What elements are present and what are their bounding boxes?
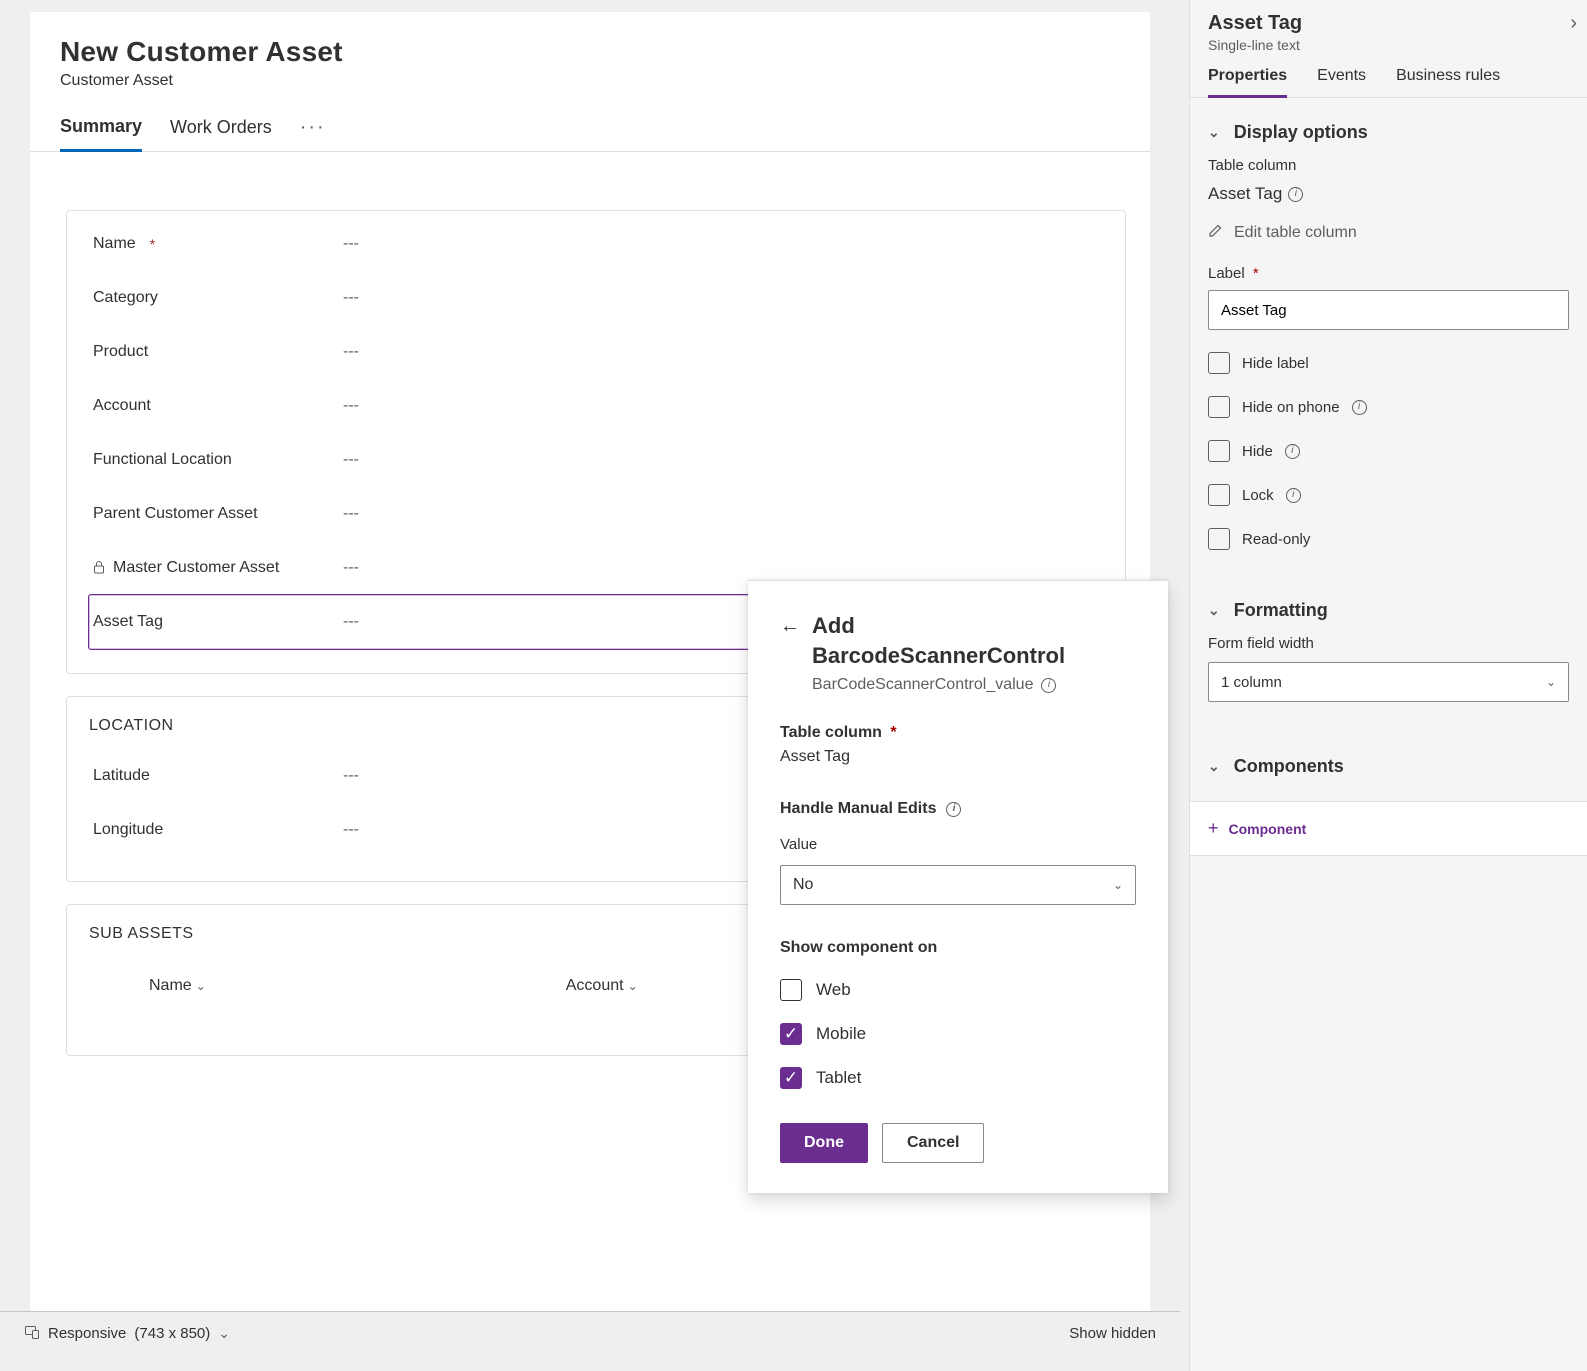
chevron-down-icon[interactable]: ⌄: [218, 1325, 230, 1342]
info-icon[interactable]: i: [1041, 678, 1056, 693]
table-column-value: Asset Tag: [780, 748, 1136, 766]
subassets-column-account[interactable]: Account ⌄: [566, 977, 638, 995]
chevron-down-icon: ⌄: [1113, 878, 1123, 892]
field-label: Master Customer Asset: [113, 559, 279, 577]
field-value: ---: [343, 343, 359, 361]
required-asterisk: *: [150, 236, 155, 252]
chevron-down-icon: ⌄: [628, 979, 638, 993]
show-hidden-toggle[interactable]: Show hidden: [1069, 1325, 1156, 1342]
show-on-web[interactable]: Web: [780, 979, 1136, 1001]
checkbox-icon: [1208, 440, 1230, 462]
page-subtitle: Customer Asset: [60, 72, 1120, 90]
add-component-button[interactable]: + Component: [1190, 801, 1587, 856]
field-label: Name: [93, 235, 136, 253]
field-label: Account: [93, 397, 151, 415]
form-tabs: Summary Work Orders ···: [30, 90, 1150, 152]
property-check-lock[interactable]: Locki: [1208, 484, 1569, 506]
subassets-column-name[interactable]: Name ⌄: [149, 977, 206, 995]
chevron-down-icon: ⌄: [1208, 758, 1220, 775]
chevron-right-icon[interactable]: ›: [1570, 12, 1577, 35]
panel-tab-events[interactable]: Events: [1317, 67, 1366, 97]
field-label: Product: [93, 343, 148, 361]
display-table-column: Asset Tag: [1208, 184, 1282, 204]
field-label: Asset Tag: [93, 613, 163, 631]
show-on-tablet[interactable]: ✓ Tablet: [780, 1067, 1136, 1089]
field-row-functional-location[interactable]: Functional Location ---: [89, 433, 1103, 487]
footer-bar: Responsive (743 x 850) ⌄ Show hidden: [0, 1311, 1180, 1355]
checkbox-checked-icon: ✓: [780, 1023, 802, 1045]
info-icon[interactable]: i: [1285, 444, 1300, 459]
cancel-button[interactable]: Cancel: [882, 1123, 984, 1163]
checkbox-icon: [1208, 396, 1230, 418]
footer-dimensions: (743 x 850): [134, 1325, 210, 1342]
footer-mode: Responsive: [48, 1325, 126, 1342]
property-check-read-only[interactable]: Read-only: [1208, 528, 1569, 550]
edit-table-column-link[interactable]: Edit table column: [1208, 222, 1569, 243]
info-icon[interactable]: i: [1352, 400, 1367, 415]
field-value: ---: [343, 397, 359, 415]
panel-subtitle: Single-line text: [1208, 37, 1302, 53]
field-value: ---: [343, 559, 359, 577]
label-input[interactable]: [1208, 290, 1569, 330]
property-panel: Asset Tag Single-line text › Properties …: [1189, 0, 1587, 1371]
field-value: ---: [343, 767, 359, 785]
form-field-width-select[interactable]: 1 column ⌄: [1208, 662, 1569, 702]
property-check-hide-label[interactable]: Hide label: [1208, 352, 1569, 374]
property-check-hide-on-phone[interactable]: Hide on phonei: [1208, 396, 1569, 418]
chevron-down-icon: ⌄: [1208, 124, 1220, 141]
info-icon[interactable]: i: [1286, 488, 1301, 503]
field-row-category[interactable]: Category ---: [89, 271, 1103, 325]
plus-icon: +: [1208, 818, 1219, 839]
field-label: Latitude: [93, 767, 150, 785]
field-row-account[interactable]: Account ---: [89, 379, 1103, 433]
field-row-parent-customer-asset[interactable]: Parent Customer Asset ---: [89, 487, 1103, 541]
section-components[interactable]: ⌄ Components: [1208, 736, 1569, 791]
checkbox-icon: [1208, 484, 1230, 506]
info-icon[interactable]: i: [1288, 187, 1303, 202]
section-formatting[interactable]: ⌄ Formatting: [1208, 580, 1569, 635]
field-value: ---: [343, 451, 359, 469]
back-arrow-icon[interactable]: ←: [780, 615, 800, 638]
required-asterisk: *: [1253, 265, 1259, 282]
checkbox-icon: [780, 979, 802, 1001]
tab-summary[interactable]: Summary: [60, 116, 142, 152]
responsive-icon: [24, 1324, 40, 1344]
field-label: Functional Location: [93, 451, 232, 469]
info-icon[interactable]: i: [946, 802, 961, 817]
field-value: ---: [343, 289, 359, 307]
field-row-product[interactable]: Product ---: [89, 325, 1103, 379]
panel-title: Asset Tag: [1208, 12, 1302, 35]
value-label: Value: [780, 836, 1136, 853]
done-button[interactable]: Done: [780, 1123, 868, 1163]
tab-work-orders[interactable]: Work Orders: [170, 117, 272, 150]
field-value: ---: [343, 235, 359, 253]
panel-tab-business-rules[interactable]: Business rules: [1396, 67, 1500, 97]
field-value: ---: [343, 505, 359, 523]
show-on-mobile[interactable]: ✓ Mobile: [780, 1023, 1136, 1045]
chevron-down-icon: ⌄: [1208, 602, 1220, 619]
pencil-icon: [1208, 222, 1224, 243]
section-display-options[interactable]: ⌄ Display options: [1208, 102, 1569, 157]
field-label: Category: [93, 289, 158, 307]
field-label: Longitude: [93, 821, 163, 839]
checkbox-checked-icon: ✓: [780, 1067, 802, 1089]
popover-code-name: BarCodeScannerControl_value: [812, 676, 1033, 694]
checkbox-icon: [1208, 528, 1230, 550]
required-asterisk: *: [890, 724, 896, 741]
page-title: New Customer Asset: [60, 36, 1120, 68]
checkbox-icon: [1208, 352, 1230, 374]
lock-icon: [93, 560, 107, 577]
property-check-hide[interactable]: Hidei: [1208, 440, 1569, 462]
value-select[interactable]: No ⌄: [780, 865, 1136, 905]
field-label: Parent Customer Asset: [93, 505, 258, 523]
add-component-popover: ← Add BarcodeScannerControl BarCodeScann…: [748, 580, 1168, 1193]
chevron-down-icon: ⌄: [196, 979, 206, 993]
field-value: ---: [343, 613, 359, 631]
tab-overflow[interactable]: ···: [300, 116, 326, 151]
panel-tab-properties[interactable]: Properties: [1208, 67, 1287, 98]
field-value: ---: [343, 821, 359, 839]
field-row-name[interactable]: Name * ---: [89, 217, 1103, 271]
chevron-down-icon: ⌄: [1546, 675, 1556, 689]
